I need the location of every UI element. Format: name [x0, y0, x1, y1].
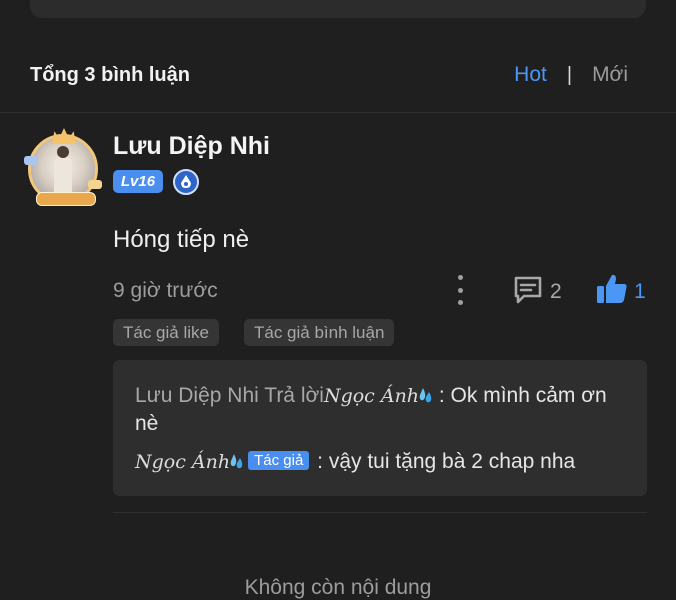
dot [457, 300, 463, 305]
more-icon[interactable] [450, 275, 470, 305]
author-commented-chip: Tác giả bình luận [244, 319, 395, 346]
reply-target-user[interactable]: Ngọc Ánh [324, 385, 419, 407]
author-badge-icon [173, 169, 199, 195]
reply-item: Lưu Diệp Nhi Trả lờiNgọc Ánh : Ok mình c… [135, 382, 615, 437]
reply-user[interactable]: Lưu Diệp Nhi [135, 384, 259, 407]
avatar-head [57, 146, 69, 158]
sort-hot-tab[interactable]: Hot [514, 63, 547, 87]
divider [113, 512, 647, 513]
comment-time: 9 giờ trước [113, 279, 218, 302]
dot [457, 275, 463, 280]
comments-header: Tổng 3 bình luận Hot | Mới [0, 56, 676, 96]
divider [0, 112, 676, 113]
comment-text: Hóng tiếp nè [113, 226, 250, 253]
author-tag-badge: Tác giả [248, 451, 310, 470]
avatar-ornament [24, 156, 38, 165]
previous-panel [30, 0, 646, 18]
avatar-banner [36, 192, 96, 206]
comment-username[interactable]: Lưu Diệp Nhi [113, 132, 270, 161]
author-liked-chip: Tác giả like [113, 319, 219, 346]
reply-user[interactable]: Ngọc Ánh [135, 451, 230, 473]
reply-count: 2 [550, 280, 562, 303]
sort-control: Hot | Mới [514, 63, 628, 87]
like-count: 1 [634, 280, 646, 303]
sort-separator: | [566, 63, 573, 86]
sweat-drop-icon [419, 388, 432, 403]
reply-text: : vậy tui tặng bà 2 chap nha [317, 450, 576, 473]
avatar[interactable] [24, 128, 104, 208]
sweat-drop-icon [230, 454, 243, 469]
end-of-content-text: Không còn nội dung [244, 576, 432, 599]
reply-icon[interactable] [512, 274, 544, 306]
sort-new-tab[interactable]: Mới [592, 63, 628, 87]
reply-item: Ngọc Ánh Tác giả : vậy tui tặng bà 2 chap… [135, 450, 575, 474]
comment-count-title: Tổng 3 bình luận [30, 64, 190, 86]
level-badge: Lv16 [113, 170, 163, 193]
crown-icon [52, 128, 76, 144]
reply-action: Trả lời [264, 384, 324, 407]
avatar-ornament [88, 180, 102, 189]
thumbs-up-icon[interactable] [595, 273, 629, 305]
avatar-figure [54, 156, 72, 196]
replies-panel[interactable]: Lưu Diệp Nhi Trả lờiNgọc Ánh : Ok mình c… [113, 360, 647, 496]
dot [457, 287, 463, 293]
